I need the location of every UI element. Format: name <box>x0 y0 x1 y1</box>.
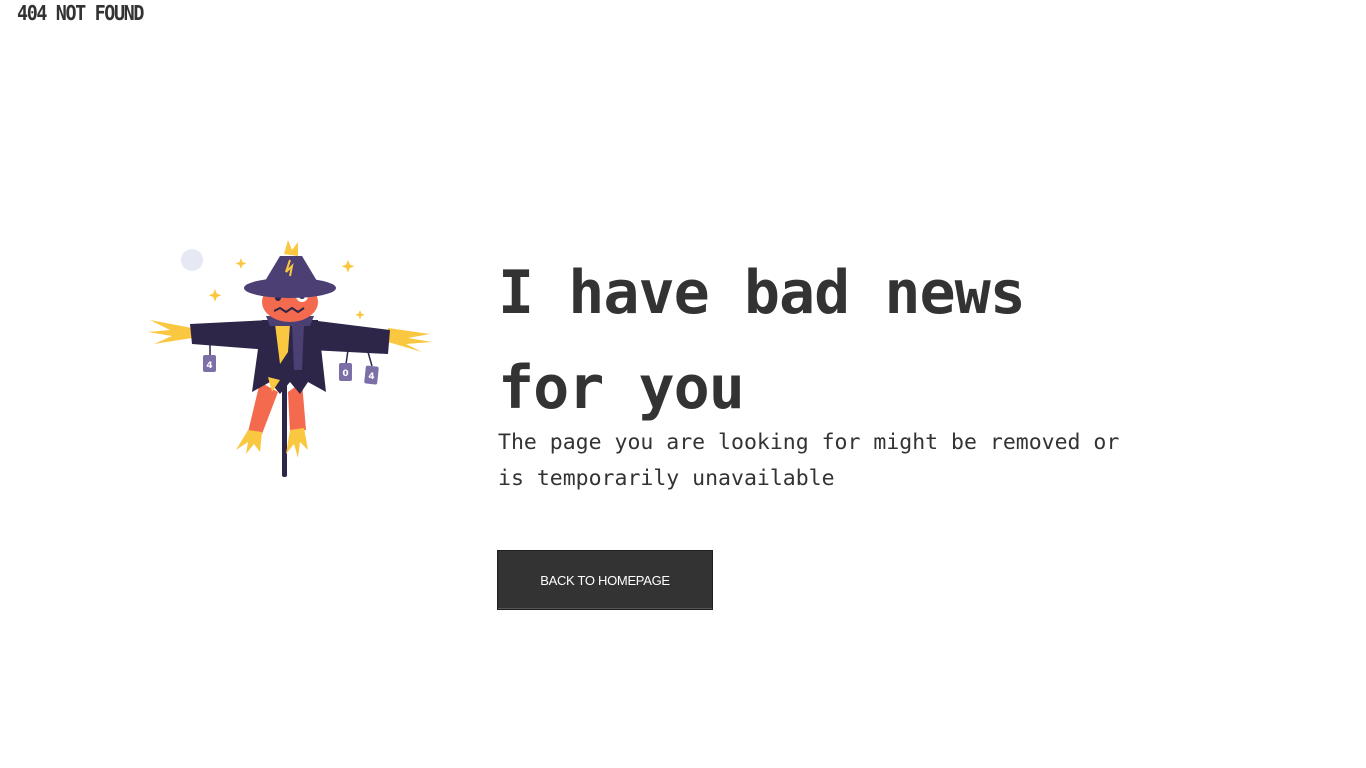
back-to-homepage-label: BACK TO HOMEPAGE <box>540 572 670 588</box>
scarecrow-illustration: 4 0 4 <box>140 232 440 487</box>
description-line-2: is temporarily unavailable <box>498 466 835 491</box>
error-description: The page you are looking for might be re… <box>498 425 1218 497</box>
sign-text: 4 <box>368 372 374 382</box>
site-brand: 404 NOT FOUND <box>17 1 144 25</box>
back-to-homepage-button[interactable]: BACK TO HOMEPAGE <box>497 550 713 610</box>
headline: I have bad news for you <box>498 246 1218 436</box>
scarecrow-svg: 4 0 4 <box>148 240 432 477</box>
error-content: I have bad news for you The page you are… <box>498 246 1218 497</box>
headline-line-1: I have bad news <box>498 258 1026 328</box>
sign-text: 0 <box>342 369 348 379</box>
description-line-1: The page you are looking for might be re… <box>498 430 1120 455</box>
headline-line-2: for you <box>498 353 745 423</box>
moon-icon <box>181 249 203 271</box>
sign-text: 4 <box>206 361 212 371</box>
